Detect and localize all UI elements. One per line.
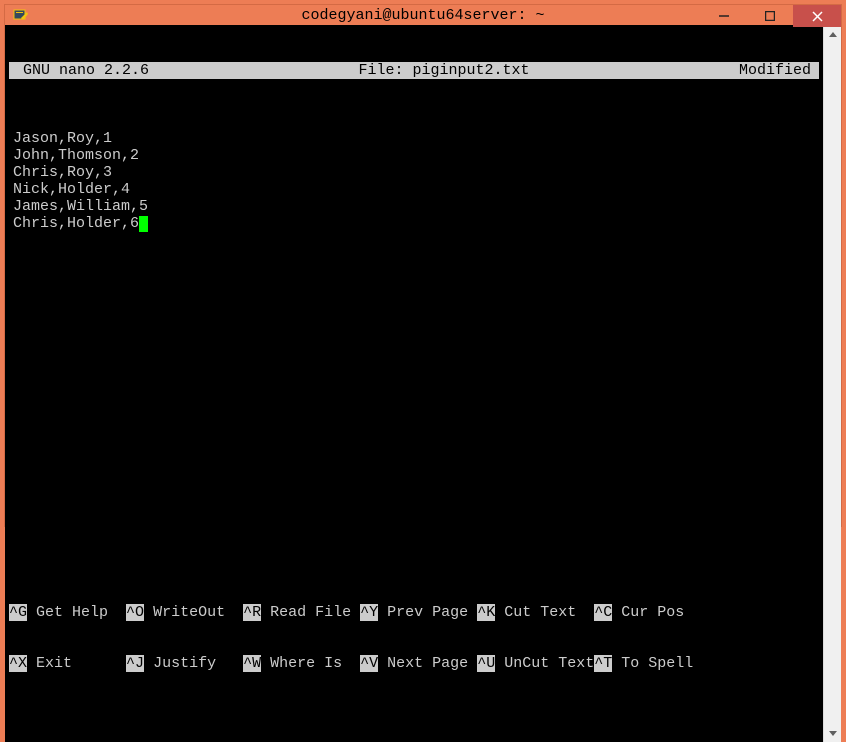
cursor	[139, 216, 148, 232]
maximize-button[interactable]	[747, 5, 793, 27]
shortcut-exit: ^X Exit	[9, 655, 126, 672]
shortcut-row: ^G Get Help ^O WriteOut ^R Read File ^Y …	[9, 604, 815, 621]
putty-icon	[11, 5, 31, 25]
nano-header: GNU nano 2.2.6 File: piginput2.txt Modif…	[9, 62, 819, 79]
nano-shortcut-bar: ^G Get Help ^O WriteOut ^R Read File ^Y …	[5, 570, 823, 708]
minimize-button[interactable]	[701, 5, 747, 27]
shortcut-where-is: ^W Where Is	[243, 655, 360, 672]
content-line: Chris,Roy,3	[13, 164, 112, 181]
editor-content[interactable]: Jason,Roy,1 John,Thomson,2 Chris,Roy,3 N…	[5, 130, 823, 232]
shortcut-read-file: ^R Read File	[243, 604, 360, 621]
terminal[interactable]: GNU nano 2.2.6 File: piginput2.txt Modif…	[5, 25, 823, 742]
titlebar[interactable]: codegyani@ubuntu64server: ~	[5, 5, 841, 25]
nano-file-label: File: piginput2.txt	[149, 62, 739, 79]
scroll-down-button[interactable]	[824, 724, 841, 742]
nano-app-label: GNU nano 2.2.6	[13, 62, 149, 79]
content-line: Jason,Roy,1	[13, 130, 112, 147]
shortcut-uncut-text: ^U UnCut Text	[477, 655, 594, 672]
shortcut-cur-pos: ^C Cur Pos	[594, 604, 684, 621]
content-line: Nick,Holder,4	[13, 181, 130, 198]
shortcut-writeout: ^O WriteOut	[126, 604, 243, 621]
shortcut-get-help: ^G Get Help	[9, 604, 126, 621]
close-button[interactable]	[793, 5, 841, 27]
terminal-area: GNU nano 2.2.6 File: piginput2.txt Modif…	[5, 25, 841, 742]
content-line: John,Thomson,2	[13, 147, 139, 164]
nano-status: Modified	[739, 62, 815, 79]
content-line: James,William,5	[13, 198, 148, 215]
scroll-track[interactable]	[824, 43, 841, 724]
shortcut-row: ^X Exit ^J Justify ^W Where Is ^V Next P…	[9, 655, 815, 672]
shortcut-prev-page: ^Y Prev Page	[360, 604, 477, 621]
shortcut-cut-text: ^K Cut Text	[477, 604, 594, 621]
window-controls	[701, 5, 841, 29]
shortcut-to-spell: ^T To Spell	[594, 655, 693, 672]
content-line: Chris,Holder,6	[13, 215, 139, 232]
scrollbar[interactable]	[823, 25, 841, 742]
shortcut-justify: ^J Justify	[126, 655, 243, 672]
shortcut-next-page: ^V Next Page	[360, 655, 477, 672]
app-window: codegyani@ubuntu64server: ~ GNU nano 2.2…	[4, 4, 842, 527]
